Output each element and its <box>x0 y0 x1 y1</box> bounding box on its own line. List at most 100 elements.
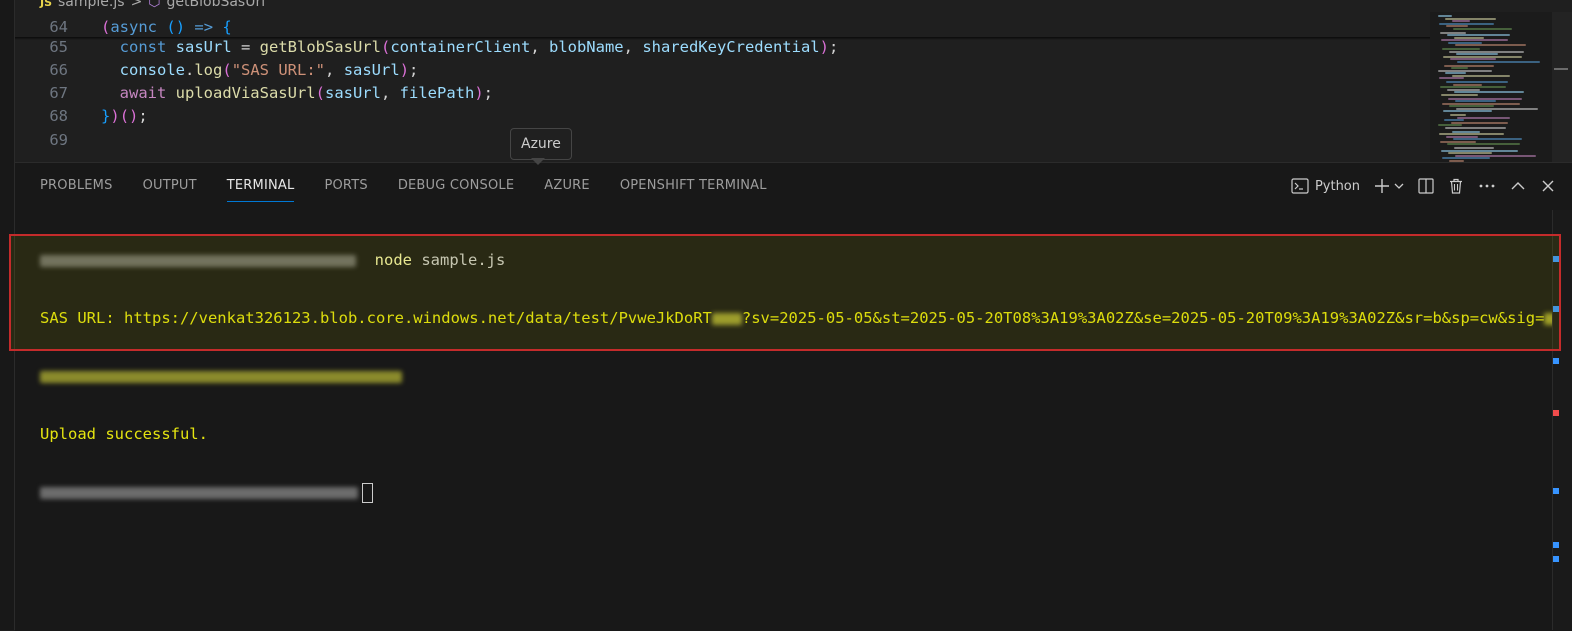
tab-output[interactable]: OUTPUT <box>143 175 197 201</box>
scroll-marker <box>1554 68 1568 70</box>
minimap-line <box>1441 93 1478 96</box>
minimap-line <box>1439 133 1504 135</box>
split-terminal-icon <box>1418 178 1434 194</box>
code-text: await uploadViaSasUrl(sasUrl, filePath); <box>101 82 493 105</box>
minimap-line <box>1443 110 1492 112</box>
upload-result-line: Upload successful. <box>40 423 1572 445</box>
code-token: blobName <box>548 38 624 56</box>
code-token: () <box>166 18 186 36</box>
redacted-text <box>711 312 742 325</box>
code-token: await <box>101 84 176 102</box>
minimap-line <box>1440 86 1506 88</box>
tab-problems[interactable]: PROBLEMS <box>40 175 113 201</box>
minimap-line <box>1454 91 1524 93</box>
code-token: ; <box>409 61 419 79</box>
code-token: "SAS URL:" <box>231 61 326 79</box>
code-token: => <box>194 18 214 36</box>
minimap-line <box>1448 152 1492 154</box>
maximize-panel-button[interactable] <box>1510 178 1526 194</box>
editor-scrollbar[interactable] <box>1552 12 1572 162</box>
minimap-line <box>1441 39 1508 41</box>
terminal-output[interactable]: node sample.js SAS URL: https://venkat32… <box>40 213 1572 539</box>
minimap-line <box>1447 143 1520 145</box>
redacted-prompt <box>40 486 358 499</box>
terminal-scrollbar[interactable] <box>1552 210 1572 630</box>
add-terminal-icon <box>1374 178 1390 194</box>
code-token: ) <box>819 38 829 56</box>
minimap-line <box>1438 15 1452 17</box>
tab-terminal[interactable]: TERMINAL <box>226 175 295 202</box>
split-terminal-button[interactable] <box>1418 178 1434 194</box>
minimap-line <box>1456 53 1498 55</box>
breadcrumb: JS sample.js > ⬡ getBlobSasUrl <box>40 0 265 11</box>
code-token: , <box>530 38 549 56</box>
minimap[interactable] <box>1430 12 1552 162</box>
scroll-marker <box>1553 358 1559 364</box>
minimap-line <box>1442 157 1490 159</box>
code-token: ( <box>222 61 232 79</box>
upload-message: Upload successful. <box>40 425 208 443</box>
minimap-line <box>1446 25 1468 27</box>
code-token: . <box>185 61 195 79</box>
line-number: 68 <box>49 107 68 125</box>
code-token: ) <box>474 84 484 102</box>
bottom-panel: PROBLEMS OUTPUT TERMINAL PORTS DEBUG CON… <box>15 162 1572 631</box>
sticky-scroll-shadow <box>14 37 1434 40</box>
code-editor[interactable]: JS sample.js > ⬡ getBlobSasUrl 64 (async … <box>0 0 1572 162</box>
terminal-cursor <box>362 482 373 503</box>
tab-openshift-terminal[interactable]: OPENSHIFT TERMINAL <box>620 175 767 201</box>
code-token: ; <box>138 107 148 125</box>
sas-url-line: SAS URL: https://venkat326123.blob.core.… <box>40 307 1572 329</box>
code-token: , <box>325 61 344 79</box>
code-text: })(); <box>101 105 148 128</box>
code-token: sasUrl <box>324 84 381 102</box>
minimap-line <box>1446 81 1508 83</box>
method-symbol-icon: ⬡ <box>148 0 161 10</box>
code-token: ( <box>101 18 111 36</box>
code-token: sasUrl <box>343 61 400 79</box>
code-token: , <box>380 84 400 102</box>
scroll-marker <box>1553 256 1559 262</box>
more-actions-button[interactable] <box>1478 178 1496 194</box>
line-number: 69 <box>49 131 68 149</box>
scroll-marker <box>1553 556 1559 562</box>
code-token: console <box>101 61 185 79</box>
minimap-line <box>1442 48 1480 50</box>
minimap-line <box>1439 77 1464 79</box>
scroll-marker <box>1553 306 1559 312</box>
breadcrumb-file[interactable]: sample.js <box>58 0 125 10</box>
minimap-line <box>1451 67 1468 69</box>
more-actions-icon <box>1478 178 1496 194</box>
code-token: ; <box>828 38 839 56</box>
activity-bar-edge <box>0 0 15 630</box>
tab-debug-console[interactable]: DEBUG CONSOLE <box>398 175 514 201</box>
minimap-line <box>1455 44 1526 46</box>
code-token: sasUrl <box>175 38 232 56</box>
code-token: getBlobSasUrl <box>259 38 381 56</box>
code-token: } <box>101 107 111 125</box>
scroll-marker <box>1553 488 1559 494</box>
minimap-line <box>1444 119 1464 121</box>
redacted-signature-continuation <box>40 370 402 383</box>
scroll-marker <box>1553 542 1559 548</box>
panel-tabs: PROBLEMS OUTPUT TERMINAL PORTS DEBUG CON… <box>40 175 767 202</box>
code-token: { <box>222 18 232 36</box>
close-panel-icon <box>1540 178 1556 194</box>
command-keyword: node <box>374 251 412 269</box>
chevron-down-icon[interactable] <box>1394 181 1404 191</box>
code-text: console.log("SAS URL:", sasUrl); <box>101 59 419 82</box>
new-terminal-button[interactable] <box>1374 178 1404 194</box>
maximize-panel-icon <box>1510 178 1526 194</box>
azure-tooltip: Azure <box>510 128 572 160</box>
terminal-selector[interactable]: Python <box>1291 178 1360 194</box>
code-token: async <box>110 18 158 36</box>
kill-terminal-button[interactable] <box>1448 178 1464 194</box>
tab-ports[interactable]: PORTS <box>324 175 367 201</box>
close-panel-button[interactable] <box>1540 178 1556 194</box>
tab-azure[interactable]: AZURE <box>544 175 590 201</box>
breadcrumb-symbol[interactable]: getBlobSasUrl <box>167 0 266 10</box>
code-token: sharedKeyCredential <box>642 38 820 56</box>
